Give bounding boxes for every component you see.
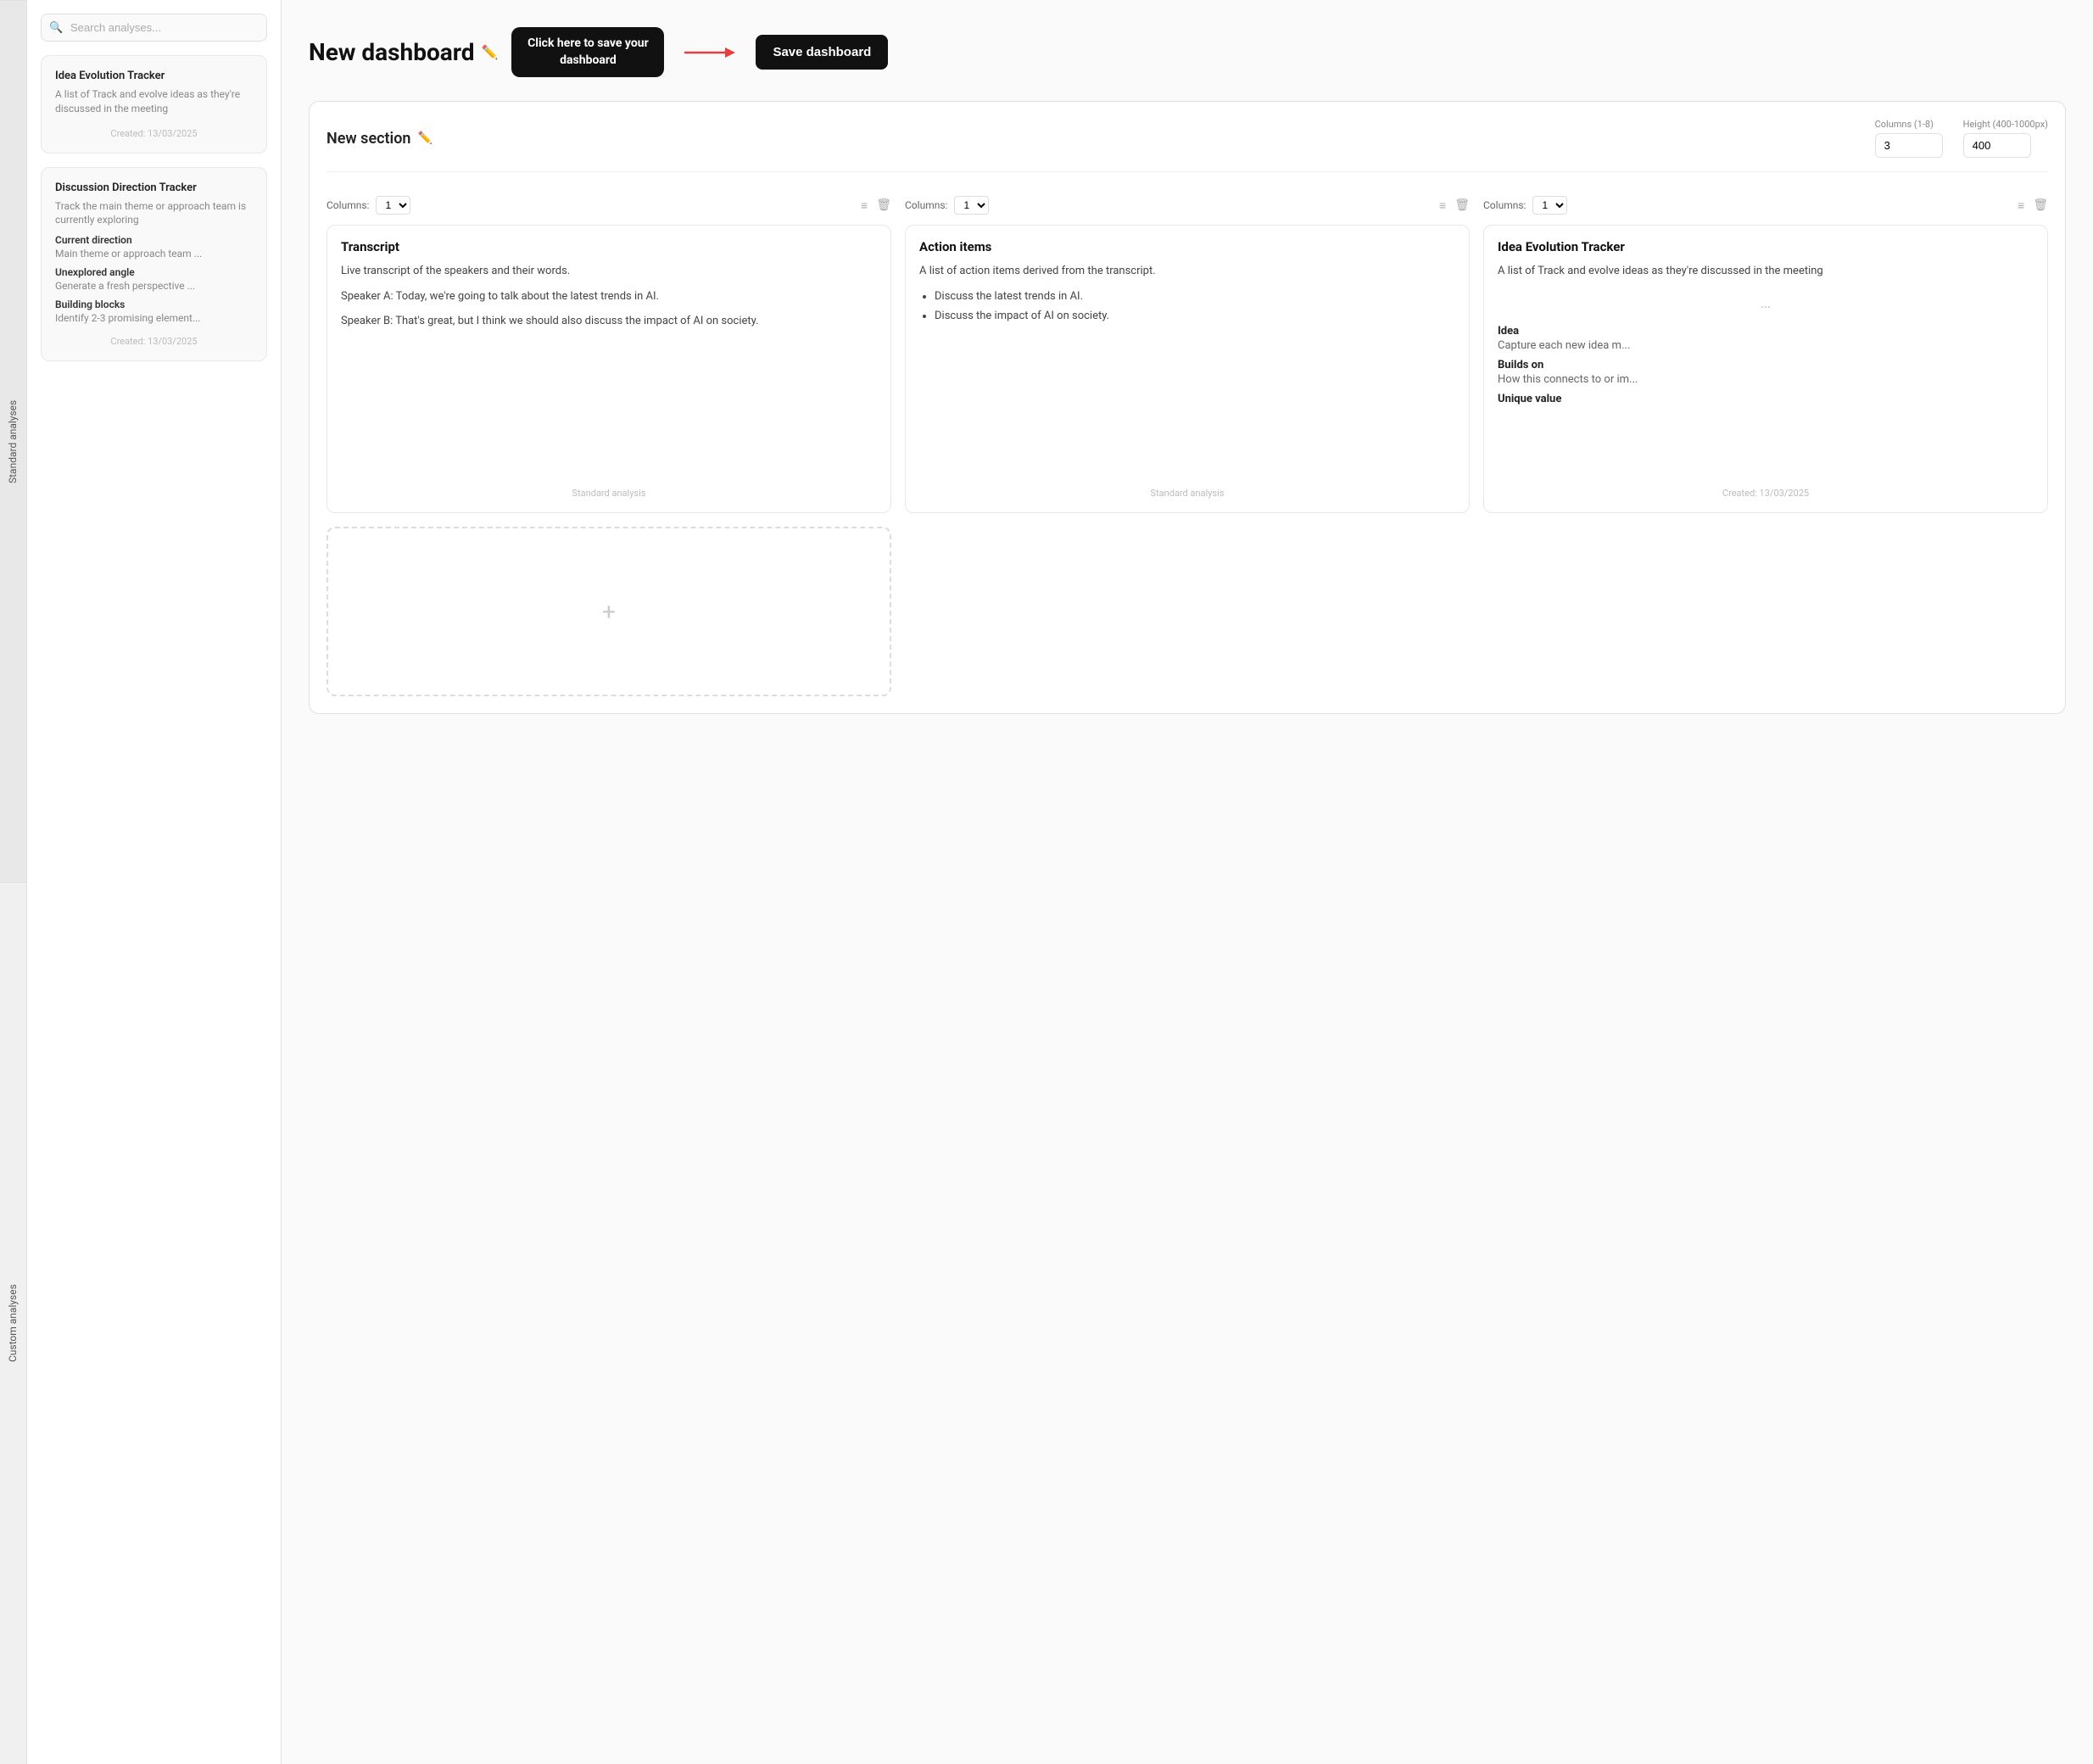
save-tooltip: Click here to save your dashboard bbox=[511, 27, 664, 77]
widget-column-1: Columns: 123 ≡ 🗑 Action items A list of … bbox=[905, 189, 1470, 513]
widget-header-2: Columns: 123 ≡ 🗑 bbox=[1483, 189, 2048, 221]
widget-card-1: Action items A list of action items deri… bbox=[905, 225, 1470, 513]
widget-1-icons: ≡ 🗑 bbox=[1439, 198, 1470, 213]
widget-2-field-0-value: Capture each new idea m... bbox=[1498, 339, 2034, 352]
custom-card-field-2-label: Building blocks bbox=[55, 299, 253, 310]
columns-input[interactable] bbox=[1875, 133, 1943, 158]
widget-0-columns-select[interactable]: 123 bbox=[376, 196, 410, 215]
widget-0-text-2: Speaker B: That's great, but I think we … bbox=[341, 313, 877, 330]
sidebar-tabs: Standard analyses Custom analyses bbox=[0, 0, 27, 1764]
widget-2-field-0-label: Idea bbox=[1498, 325, 2034, 338]
dashboard-title-text: New dashboard bbox=[309, 38, 475, 66]
standard-card-desc: A list of Track and evolve ideas as they… bbox=[55, 87, 253, 116]
custom-analysis-card[interactable]: Discussion Direction Tracker Track the m… bbox=[41, 167, 267, 362]
widget-0-title: Transcript bbox=[341, 239, 877, 254]
search-input[interactable] bbox=[41, 14, 267, 42]
standard-card-title: Idea Evolution Tracker bbox=[55, 70, 253, 82]
custom-card-title: Discussion Direction Tracker bbox=[55, 181, 253, 194]
left-panel: 🔍 Idea Evolution Tracker A list of Track… bbox=[27, 0, 282, 1764]
reorder-icon-2[interactable]: ≡ bbox=[2018, 198, 2024, 213]
custom-card-field-1-label: Unexplored angle bbox=[55, 266, 253, 278]
widget-2-field-2-label: Unique value bbox=[1498, 393, 2034, 405]
widget-column-2: Columns: 123 ≡ 🗑 Idea Evolution Tracker … bbox=[1483, 189, 2048, 513]
sidebar-tab-custom[interactable]: Custom analyses bbox=[0, 882, 26, 1764]
widgets-grid: Columns: 123 ≡ 🗑 Transcript Live transcr… bbox=[327, 189, 2048, 513]
widget-1-columns-label: Columns: bbox=[905, 199, 947, 211]
widget-2-field-1-label: Builds on bbox=[1498, 359, 2034, 371]
delete-icon-1[interactable]: 🗑 bbox=[1454, 198, 1470, 213]
widget-0-text-0: Live transcript of the speakers and thei… bbox=[341, 263, 877, 280]
widget-2-field-1-value: How this connects to or im... bbox=[1498, 373, 2034, 386]
widget-2-columns-select[interactable]: 123 bbox=[1532, 196, 1567, 215]
widget-header-1: Columns: 123 ≡ 🗑 bbox=[905, 189, 1470, 221]
dashboard-title: New dashboard ✏️ bbox=[309, 38, 498, 66]
widget-2-columns-label: Columns: bbox=[1483, 199, 1526, 211]
search-icon: 🔍 bbox=[49, 21, 63, 34]
add-widget-button[interactable]: + bbox=[327, 527, 891, 696]
custom-card-date: Created: 13/03/2025 bbox=[55, 336, 253, 347]
standard-card-date: Created: 13/03/2025 bbox=[55, 128, 253, 139]
widget-header-0: Columns: 123 ≡ 🗑 bbox=[327, 189, 891, 221]
widget-0-icons: ≡ 🗑 bbox=[861, 198, 891, 213]
widget-1-title: Action items bbox=[919, 239, 1455, 254]
sidebar-tab-standard[interactable]: Standard analyses bbox=[0, 0, 26, 882]
widget-0-footer: Standard analysis bbox=[341, 477, 877, 499]
add-widget-row: + bbox=[327, 527, 2048, 696]
widget-0-columns-label: Columns: bbox=[327, 199, 369, 211]
section-header: New section ✏️ Columns (1-8) Height (400… bbox=[327, 119, 2048, 172]
page-header: New dashboard ✏️ Click here to save your… bbox=[309, 27, 2066, 77]
height-control: Height (400-1000px) bbox=[1963, 119, 2048, 158]
reorder-icon-0[interactable]: ≡ bbox=[861, 198, 868, 213]
section-title: New section ✏️ bbox=[327, 130, 433, 148]
save-dashboard-button[interactable]: Save dashboard bbox=[756, 35, 888, 70]
section-title-text: New section bbox=[327, 130, 410, 148]
custom-card-field-0-value: Main theme or approach team ... bbox=[55, 248, 253, 260]
widget-0-text-1: Speaker A: Today, we're going to talk ab… bbox=[341, 288, 877, 305]
widget-2-icons: ≡ 🗑 bbox=[2018, 198, 2048, 213]
search-container: 🔍 bbox=[41, 14, 267, 42]
widget-card-0: Transcript Live transcript of the speake… bbox=[327, 225, 891, 513]
custom-card-desc: Track the main theme or approach team is… bbox=[55, 199, 253, 228]
widget-2-ellipsis: ... bbox=[1498, 295, 2034, 311]
custom-card-field-1-value: Generate a fresh perspective ... bbox=[55, 280, 253, 292]
height-label: Height (400-1000px) bbox=[1963, 119, 2048, 130]
widget-column-0: Columns: 123 ≡ 🗑 Transcript Live transcr… bbox=[327, 189, 891, 513]
height-input[interactable] bbox=[1963, 133, 2031, 158]
edit-title-icon[interactable]: ✏️ bbox=[482, 44, 499, 60]
widget-2-desc: A list of Track and evolve ideas as they… bbox=[1498, 263, 2034, 280]
widget-1-columns-select[interactable]: 123 bbox=[954, 196, 989, 215]
columns-control: Columns (1-8) bbox=[1875, 119, 1943, 158]
widget-card-2: Idea Evolution Tracker A list of Track a… bbox=[1483, 225, 2048, 513]
custom-card-field-0-label: Current direction bbox=[55, 234, 253, 246]
widget-1-list-item-0: Discuss the latest trends in AI. bbox=[935, 288, 1455, 305]
widget-1-text-0: A list of action items derived from the … bbox=[919, 263, 1455, 280]
section-container: New section ✏️ Columns (1-8) Height (400… bbox=[309, 101, 2066, 714]
section-controls: Columns (1-8) Height (400-1000px) bbox=[1875, 119, 2048, 158]
standard-analysis-card[interactable]: Idea Evolution Tracker A list of Track a… bbox=[41, 55, 267, 154]
widget-1-list: Discuss the latest trends in AI. Discuss… bbox=[919, 288, 1455, 328]
arrow-icon bbox=[684, 42, 735, 63]
columns-label: Columns (1-8) bbox=[1875, 119, 1943, 130]
edit-section-icon[interactable]: ✏️ bbox=[417, 131, 432, 145]
delete-icon-2[interactable]: 🗑 bbox=[2033, 198, 2048, 213]
widget-2-footer: Created: 13/03/2025 bbox=[1498, 477, 2034, 499]
main-content: New dashboard ✏️ Click here to save your… bbox=[282, 0, 2093, 1764]
widget-2-title: Idea Evolution Tracker bbox=[1498, 239, 2034, 254]
add-widget-icon: + bbox=[602, 598, 616, 626]
delete-icon-0[interactable]: 🗑 bbox=[876, 198, 891, 213]
widget-1-list-item-1: Discuss the impact of AI on society. bbox=[935, 308, 1455, 325]
reorder-icon-1[interactable]: ≡ bbox=[1439, 198, 1446, 213]
custom-card-field-2-value: Identify 2-3 promising element... bbox=[55, 312, 253, 324]
widget-1-footer: Standard analysis bbox=[919, 477, 1455, 499]
